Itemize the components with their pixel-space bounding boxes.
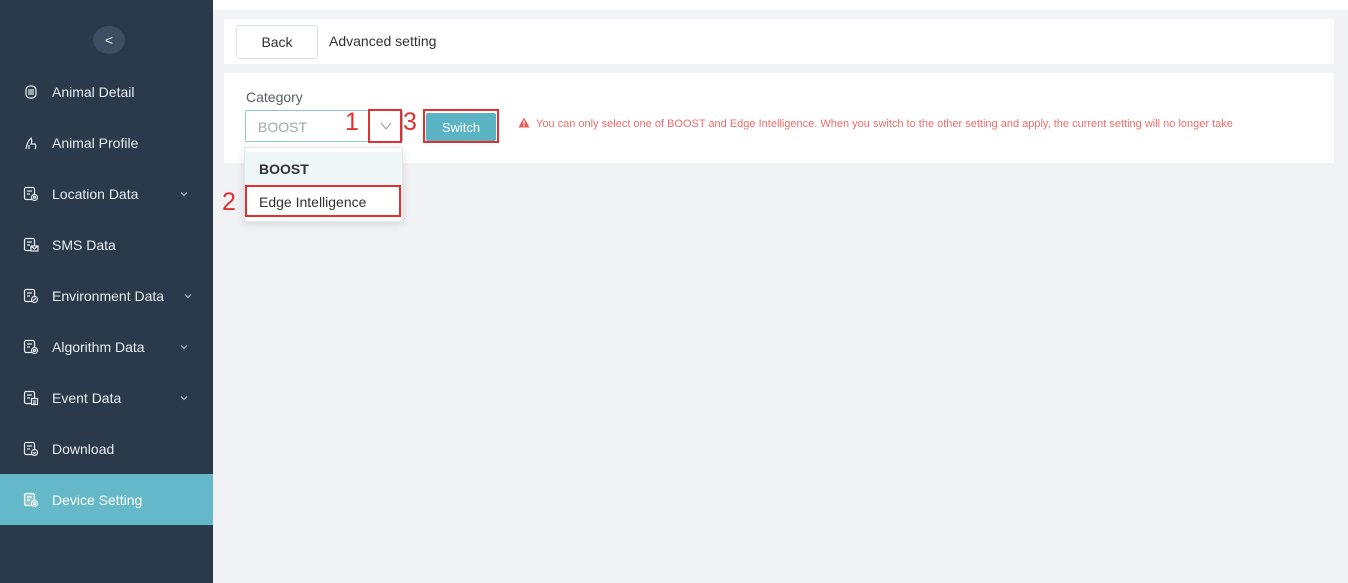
download-data-icon xyxy=(23,441,39,457)
sidebar-item-animal-profile[interactable]: Animal Profile xyxy=(0,117,213,168)
sidebar: < Animal Detail Animal Profile Location … xyxy=(0,0,213,583)
animal-icon xyxy=(23,135,39,151)
sidebar-item-device-setting[interactable]: Device Setting xyxy=(0,474,213,525)
option-boost[interactable]: BOOST xyxy=(245,152,402,186)
location-data-icon xyxy=(23,186,39,202)
device-icon xyxy=(23,84,39,100)
warning-icon xyxy=(518,117,530,128)
sidebar-nav: Animal Detail Animal Profile Location Da… xyxy=(0,66,213,525)
warning-text: You can only select one of BOOST and Edg… xyxy=(536,118,1233,130)
sidebar-item-label: Animal Detail xyxy=(52,83,135,100)
page-header: Back Advanced setting xyxy=(224,19,1334,64)
category-select-value: BOOST xyxy=(258,119,308,135)
annotation-box-1 xyxy=(368,109,402,143)
sidebar-item-label: Download xyxy=(52,440,115,457)
top-edge xyxy=(213,0,1348,10)
chevron-down-icon xyxy=(180,344,188,349)
sidebar-item-event-data[interactable]: Event Data xyxy=(0,372,213,423)
algorithm-data-icon xyxy=(23,339,39,355)
sidebar-item-environment-data[interactable]: Environment Data xyxy=(0,270,213,321)
sidebar-item-label: Environment Data xyxy=(52,287,165,304)
sidebar-item-animal-detail[interactable]: Animal Detail xyxy=(0,66,213,117)
annotation-number-3: 3 xyxy=(403,108,417,136)
sidebar-item-label: Event Data xyxy=(52,389,122,406)
page-title: Advanced setting xyxy=(329,33,437,49)
sidebar-item-label: Animal Profile xyxy=(52,134,139,151)
device-setting-icon xyxy=(23,492,39,508)
sms-data-icon xyxy=(23,237,39,253)
sidebar-item-label: Location Data xyxy=(52,185,139,202)
sidebar-item-download[interactable]: Download xyxy=(0,423,213,474)
sidebar-item-label: SMS Data xyxy=(52,236,116,253)
sidebar-item-label: Device Setting xyxy=(52,491,143,508)
event-data-icon xyxy=(23,390,39,406)
back-button[interactable]: Back xyxy=(236,25,318,59)
annotation-box-2 xyxy=(245,185,401,217)
sidebar-item-location-data[interactable]: Location Data xyxy=(0,168,213,219)
collapse-sidebar-button[interactable]: < xyxy=(93,26,125,54)
environment-data-icon xyxy=(23,288,39,304)
category-label: Category xyxy=(246,89,303,105)
chevron-down-icon xyxy=(180,191,188,196)
annotation-box-3 xyxy=(423,109,499,143)
annotation-number-2: 2 xyxy=(222,188,236,216)
sidebar-item-label: Algorithm Data xyxy=(52,338,145,355)
sidebar-item-algorithm-data[interactable]: Algorithm Data xyxy=(0,321,213,372)
chevron-down-icon xyxy=(180,395,188,400)
chevron-down-icon xyxy=(184,293,192,298)
sidebar-item-sms-data[interactable]: SMS Data xyxy=(0,219,213,270)
annotation-number-1: 1 xyxy=(345,108,359,136)
warning-message: You can only select one of BOOST and Edg… xyxy=(518,117,1334,130)
